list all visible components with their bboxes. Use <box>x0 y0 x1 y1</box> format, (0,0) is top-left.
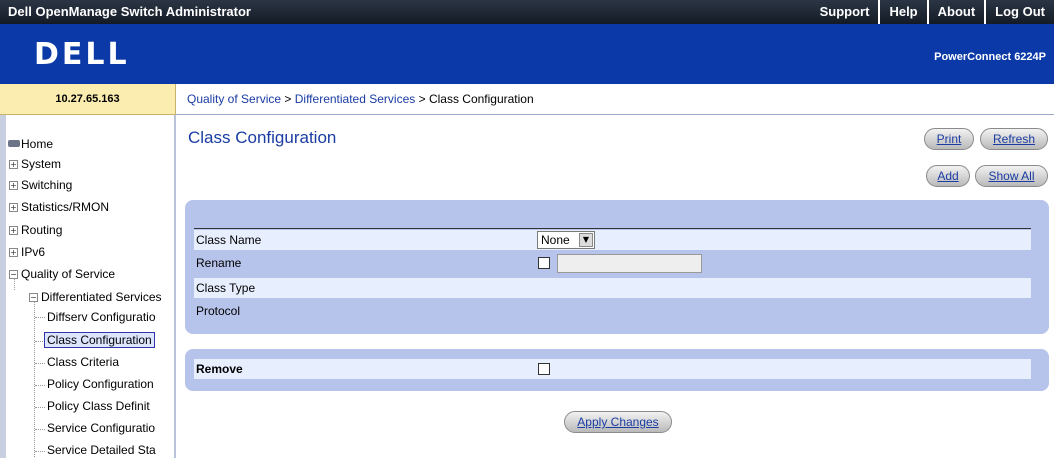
help-link[interactable]: Help <box>878 0 926 24</box>
panel-divider <box>194 228 1031 229</box>
nav-item-service-detailed[interactable]: Service Detailed Sta <box>47 443 156 457</box>
breadcrumb-diffserv-link[interactable]: Differentiated Services <box>295 92 416 106</box>
class-name-value: None <box>541 233 570 247</box>
nav-item-service-config[interactable]: Service Configuratio <box>47 421 155 435</box>
rename-input[interactable] <box>557 254 702 273</box>
top-links: Support Help About Log Out <box>811 0 1054 24</box>
tree-line <box>35 385 45 386</box>
nav-item-routing[interactable]: + Routing <box>9 223 62 237</box>
dell-logo: DELL <box>34 37 130 72</box>
support-link[interactable]: Support <box>811 0 879 24</box>
nav-item-statistics[interactable]: + Statistics/RMON <box>9 200 109 214</box>
rename-label: Rename <box>196 256 242 270</box>
remove-row: Remove <box>194 359 1031 379</box>
expand-icon[interactable]: + <box>9 160 18 169</box>
logout-link[interactable]: Log Out <box>984 0 1054 24</box>
breadcrumb-separator: > <box>415 92 429 106</box>
class-name-select[interactable]: None ▼ <box>537 231 595 249</box>
protocol-label: Protocol <box>196 304 241 318</box>
nav-item-qos[interactable]: − Quality of Service <box>9 267 115 281</box>
breadcrumb: Quality of Service > Differentiated Serv… <box>176 84 1054 115</box>
nav-item-diffserv-config[interactable]: Diffserv Configuratio <box>47 310 156 324</box>
nav-item-class-config[interactable]: Class Configuration <box>44 332 155 348</box>
breadcrumb-qos-link[interactable]: Quality of Service <box>187 92 281 106</box>
nav-edge <box>0 115 6 458</box>
nav-item-label: Home <box>21 137 54 151</box>
tree-line <box>34 301 35 457</box>
class-name-row: Class Name None ▼ <box>194 230 1031 250</box>
show-all-button[interactable]: Show All <box>975 165 1048 187</box>
protocol-row: Protocol <box>194 301 1031 321</box>
remove-panel: Remove <box>185 349 1049 391</box>
tree-line <box>14 278 15 290</box>
class-type-label: Class Type <box>196 281 256 295</box>
nav-item-label: Statistics/RMON <box>21 200 110 214</box>
nav-item-system[interactable]: + System <box>9 157 61 171</box>
tree-line <box>35 363 45 364</box>
nav-item-policy-config[interactable]: Policy Configuration <box>47 377 154 391</box>
breadcrumb-current: Class Configuration <box>428 92 534 106</box>
nav-item-diffserv[interactable]: − Differentiated Services <box>29 290 162 304</box>
about-link[interactable]: About <box>926 0 985 24</box>
home-icon <box>8 140 20 147</box>
class-form-panel: Class Name None ▼ Rename Class Type Prot… <box>185 200 1049 334</box>
expand-icon[interactable]: + <box>9 203 18 212</box>
top-bar: Dell OpenManage Switch Administrator Sup… <box>0 0 1054 24</box>
nav-item-label: Differentiated Services <box>41 290 162 304</box>
tree-line <box>35 407 45 408</box>
tree-line <box>35 429 45 430</box>
apply-changes-button[interactable]: Apply Changes <box>564 411 672 433</box>
nav-item-label: System <box>21 157 62 171</box>
print-button[interactable]: Print <box>924 128 974 150</box>
chevron-down-icon[interactable]: ▼ <box>579 233 593 247</box>
class-name-label: Class Name <box>196 233 262 247</box>
page-title: Class Configuration <box>188 128 337 147</box>
nav-item-label: Routing <box>21 223 63 237</box>
device-ip: 10.27.65.163 <box>0 84 176 115</box>
add-button[interactable]: Add <box>926 165 970 187</box>
breadcrumb-separator: > <box>281 92 295 106</box>
header-banner: DELL PowerConnect 6224P <box>0 24 1054 84</box>
nav-item-label: Quality of Service <box>21 267 116 281</box>
expand-icon[interactable]: + <box>9 248 18 257</box>
nav-item-class-criteria[interactable]: Class Criteria <box>47 355 119 369</box>
class-type-row: Class Type <box>194 278 1031 298</box>
refresh-button[interactable]: Refresh <box>980 128 1048 150</box>
nav-tree: Home + System + Switching + Statistics/RMON… <box>0 115 176 458</box>
nav-item-switching[interactable]: + Switching <box>9 178 72 192</box>
nav-item-label: IPv6 <box>21 245 46 259</box>
tree-line <box>35 317 45 318</box>
rename-row: Rename <box>194 253 1031 273</box>
app-title: Dell OpenManage Switch Administrator <box>8 4 251 19</box>
remove-label: Remove <box>196 362 243 376</box>
nav-item-policy-class-def[interactable]: Policy Class Definit <box>47 399 150 413</box>
tree-line <box>35 451 45 452</box>
device-model: PowerConnect 6224P <box>934 51 1046 63</box>
rename-checkbox[interactable] <box>538 257 550 269</box>
remove-checkbox[interactable] <box>538 363 550 375</box>
nav-item-ipv6[interactable]: + IPv6 <box>9 245 45 259</box>
expand-icon[interactable]: + <box>9 181 18 190</box>
expand-icon[interactable]: + <box>9 226 18 235</box>
nav-item-home[interactable]: Home <box>8 137 53 151</box>
nav-item-label: Switching <box>21 178 73 192</box>
